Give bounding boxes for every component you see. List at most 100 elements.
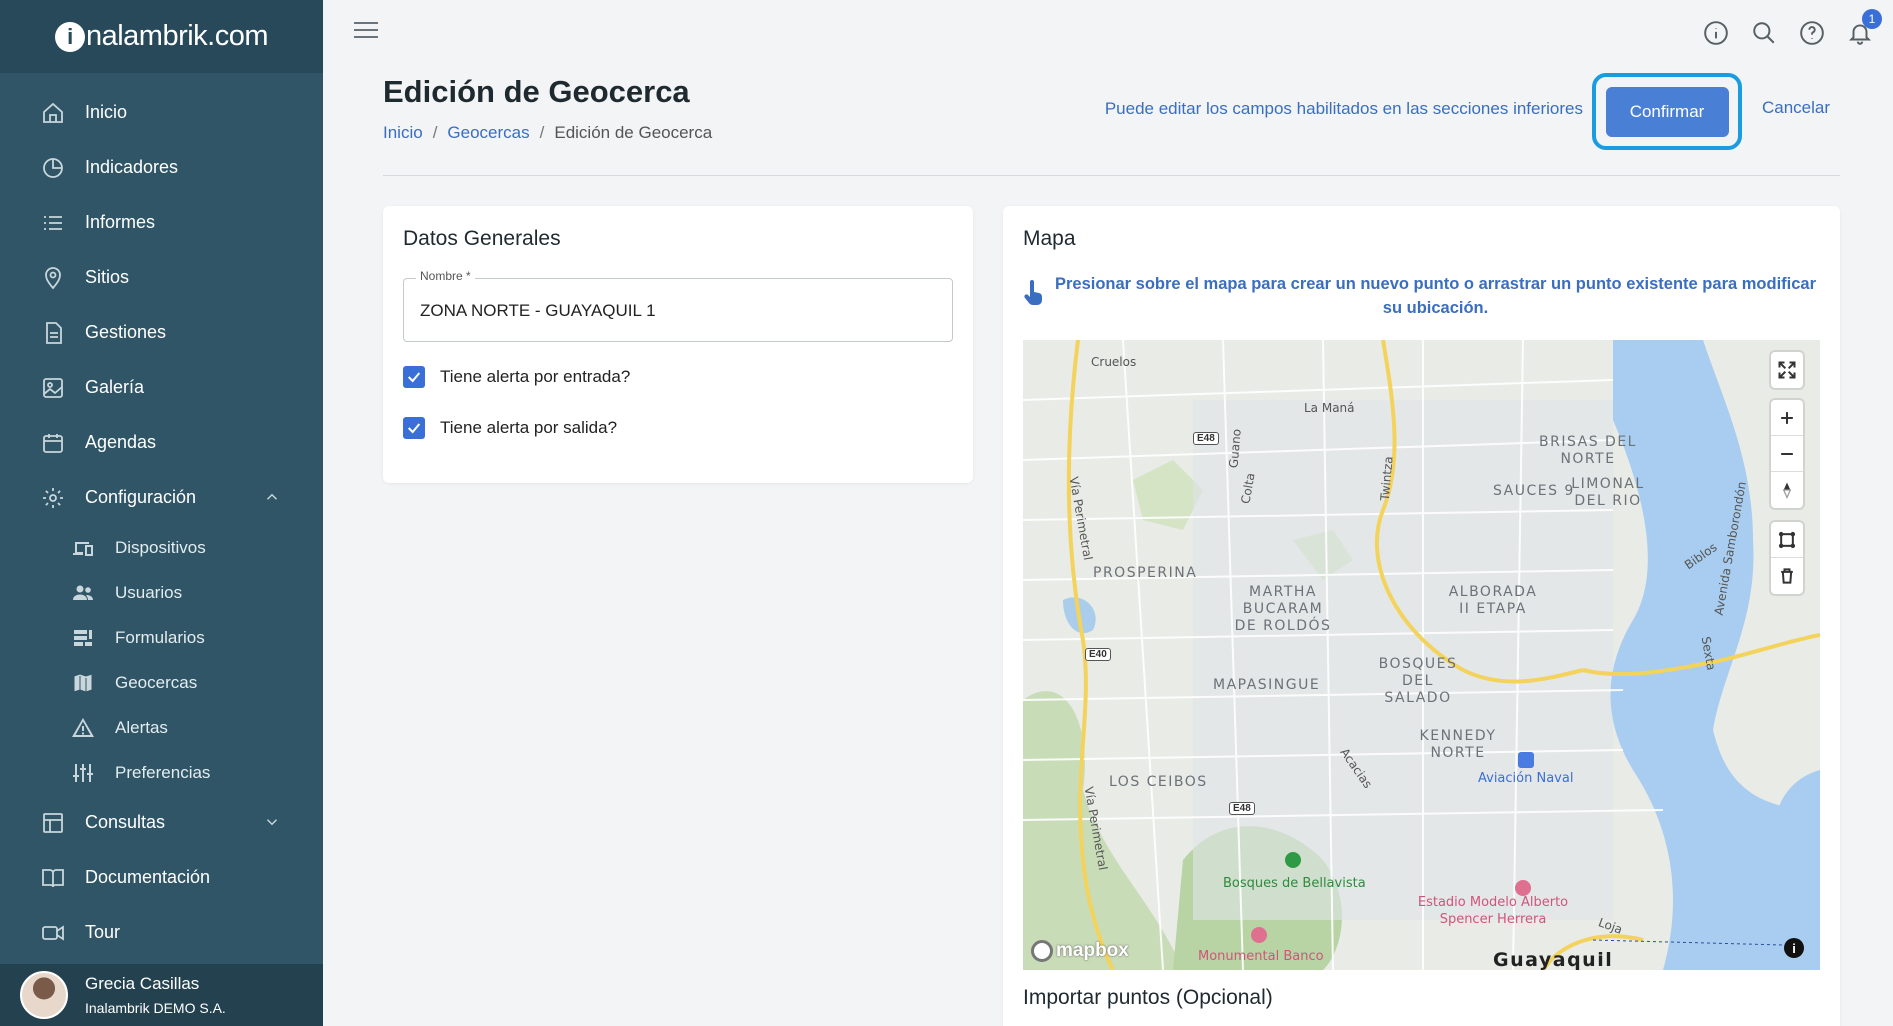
- table-icon: [40, 810, 66, 836]
- polygon-draw-icon[interactable]: [1771, 522, 1803, 558]
- sidebar-subitem-label: Usuarios: [115, 582, 183, 602]
- sidebar-subitem-usuarios[interactable]: Usuarios: [0, 570, 323, 615]
- map-label-estadio: Estadio Modelo Alberto Spencer Herrera: [1417, 895, 1569, 927]
- sidebar-subitem-preferencias[interactable]: Preferencias: [0, 750, 323, 795]
- menu-toggle-icon[interactable]: [354, 22, 378, 42]
- sidebar-subitem-label: Formularios: [115, 627, 205, 647]
- zoom-controls: [1771, 400, 1803, 508]
- alert-entry-checkbox[interactable]: [403, 366, 425, 388]
- map-hint: Presionar sobre el mapa para crear un nu…: [1023, 272, 1820, 320]
- gear-icon: [40, 485, 66, 511]
- name-field-label: Nombre *: [416, 269, 475, 283]
- pointer-hand-icon: [1023, 280, 1051, 320]
- sidebar-subitem-label: Geocercas: [115, 672, 198, 692]
- sidebar-item-indicadores[interactable]: Indicadores: [0, 140, 323, 195]
- image-icon: [40, 375, 66, 401]
- mapbox-logo[interactable]: mapbox: [1031, 940, 1129, 962]
- sidebar-item-configuracion[interactable]: Configuración: [0, 470, 323, 525]
- video-icon: [40, 920, 66, 946]
- map-label-cruelos: Cruelos: [1091, 355, 1137, 369]
- alert-exit-checkbox-row[interactable]: Tiene alerta por salida?: [403, 417, 617, 439]
- compass-icon[interactable]: [1771, 472, 1803, 508]
- alert-entry-checkbox-row[interactable]: Tiene alerta por entrada?: [403, 366, 630, 388]
- info-icon[interactable]: [1701, 18, 1731, 48]
- sidebar-item-tour[interactable]: Tour: [0, 905, 323, 960]
- bell-icon[interactable]: 1: [1845, 9, 1882, 48]
- map-label-aviacion-naval: Aviación Naval: [1478, 771, 1574, 786]
- confirm-button[interactable]: Confirmar: [1605, 86, 1729, 137]
- search-icon[interactable]: [1749, 18, 1779, 48]
- general-data-title: Datos Generales: [403, 227, 561, 250]
- calendar-icon: [40, 430, 66, 456]
- name-field[interactable]: Nombre * ZONA NORTE - GUAYAQUIL 1: [403, 269, 953, 342]
- road-shield-e48-south: E48: [1229, 802, 1255, 815]
- cancel-button[interactable]: Cancelar: [1762, 98, 1830, 118]
- book-icon: [40, 865, 66, 891]
- sidebar-item-label: Galería: [85, 377, 145, 397]
- edit-hint: Puede editar los campos habilitados en l…: [1104, 99, 1583, 118]
- notification-badge: 1: [1862, 9, 1882, 29]
- help-icon[interactable]: [1797, 18, 1827, 48]
- logo-mark: i: [54, 21, 85, 52]
- sidebar-subitem-formularios[interactable]: Formularios: [0, 615, 323, 660]
- map-canvas[interactable]: Cruelos La Maná BRISAS DEL NORTE SAUCES …: [1023, 340, 1820, 970]
- sidebar-subitem-geocercas[interactable]: Geocercas: [0, 660, 323, 705]
- attribution-info-icon[interactable]: i: [1784, 938, 1804, 958]
- sidebar-item-label: Gestiones: [85, 322, 167, 342]
- devices-icon: [70, 536, 96, 560]
- map-title: Mapa: [1023, 227, 1076, 250]
- avatar: [20, 971, 68, 1019]
- sidebar-item-label: Informes: [85, 212, 156, 232]
- document-icon: [40, 320, 66, 346]
- breadcrumb-current: Edición de Geocerca: [554, 123, 713, 142]
- user-profile[interactable]: Grecia Casillas Inalambrik DEMO S.A.: [0, 964, 323, 1026]
- alert-exit-checkbox[interactable]: [403, 417, 425, 439]
- alert-entry-label: Tiene alerta por entrada?: [440, 367, 631, 386]
- logo[interactable]: i nalambrik.com: [0, 0, 323, 73]
- map-label-guano: Guano: [1226, 428, 1244, 469]
- import-points-title: Importar puntos (Opcional): [1023, 986, 1273, 1009]
- name-field-value: ZONA NORTE - GUAYAQUIL 1: [420, 301, 656, 320]
- location-pin-icon: [40, 265, 66, 291]
- fullscreen-icon[interactable]: [1771, 352, 1803, 388]
- sidebar-item-label: Sitios: [85, 267, 130, 287]
- sidebar-item-label: Configuración: [85, 487, 197, 507]
- page-title: Edición de Geocerca: [383, 74, 690, 109]
- chevron-up-icon: [263, 488, 281, 511]
- home-icon: [40, 100, 66, 126]
- user-name: Grecia Casillas: [85, 974, 200, 993]
- sidebar-item-sitios[interactable]: Sitios: [0, 250, 323, 305]
- map-label-mapasingue: MAPASINGUE: [1213, 677, 1321, 693]
- zoom-out-icon[interactable]: [1771, 436, 1803, 472]
- trash-icon[interactable]: [1771, 558, 1803, 594]
- sidebar-item-gestiones[interactable]: Gestiones: [0, 305, 323, 360]
- breadcrumb-separator: /: [432, 123, 438, 142]
- sidebar-item-informes[interactable]: Informes: [0, 195, 323, 250]
- map-icon: [70, 671, 96, 695]
- zoom-in-icon[interactable]: [1771, 400, 1803, 436]
- sidebar-item-agendas[interactable]: Agendas: [0, 415, 323, 470]
- sidebar-item-consultas[interactable]: Consultas: [0, 795, 323, 850]
- sidebar-item-galeria[interactable]: Galería: [0, 360, 323, 415]
- header-divider: [383, 175, 1840, 176]
- sidebar: i nalambrik.com Inicio Indicadores Inform…: [0, 0, 323, 1026]
- map-label-alborada: ALBORADA II ETAPA: [1448, 584, 1538, 617]
- map-label-la-mana: La Maná: [1304, 401, 1355, 415]
- user-org: Inalambrik DEMO S.A.: [85, 1000, 226, 1016]
- sidebar-subitem-label: Alertas: [115, 717, 168, 737]
- sidebar-item-documentacion[interactable]: Documentación: [0, 850, 323, 905]
- sidebar-subitem-alertas[interactable]: Alertas: [0, 705, 323, 750]
- sidebar-item-label: Indicadores: [85, 157, 179, 177]
- breadcrumb-geocercas[interactable]: Geocercas: [447, 123, 529, 143]
- breadcrumb-inicio[interactable]: Inicio: [383, 123, 423, 143]
- sidebar-subitem-dispositivos[interactable]: Dispositivos: [0, 525, 323, 570]
- sidebar-item-label: Tour: [85, 922, 121, 942]
- mapbox-logo-mark: [1031, 940, 1053, 962]
- map-label-martha: MARTHA BUCARAM DE ROLDÓS: [1234, 584, 1332, 634]
- map-label-bellavista: Bosques de Bellavista: [1223, 876, 1366, 891]
- sidebar-item-inicio[interactable]: Inicio: [0, 85, 323, 140]
- confirm-highlight: Confirmar: [1592, 73, 1742, 150]
- map-label-kennedy: KENNEDY NORTE: [1419, 728, 1497, 761]
- pie-chart-icon: [40, 155, 66, 181]
- map-card: Mapa Presionar sobre el mapa para crear …: [1003, 206, 1840, 1026]
